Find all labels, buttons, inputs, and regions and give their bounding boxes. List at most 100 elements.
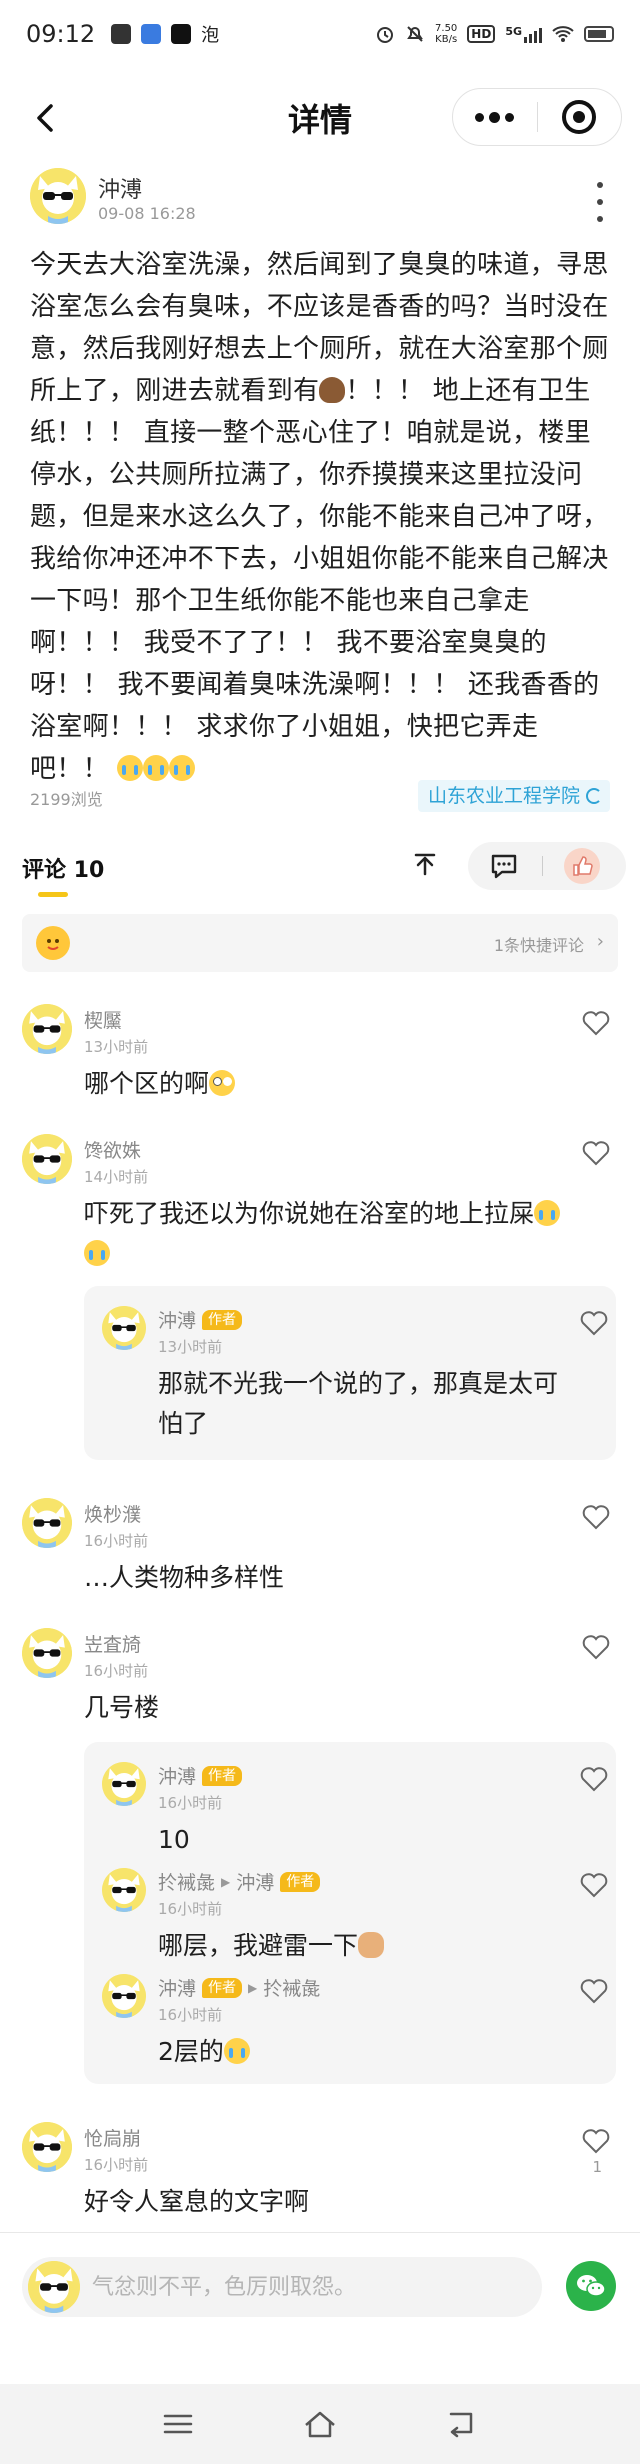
reply-text: 哪层，我避雷一下 xyxy=(158,1926,578,1966)
post-header: 沖溥 09-08 16:28 xyxy=(30,168,610,232)
heart-outline-icon[interactable] xyxy=(582,1140,610,1166)
share-button[interactable] xyxy=(407,848,443,884)
comment-input[interactable] xyxy=(92,2269,522,2305)
author-name[interactable]: 沖溥 xyxy=(98,172,142,204)
comment-time: 16小时前 xyxy=(84,1532,149,1550)
reply-to-name[interactable]: 沖溥 xyxy=(236,1868,274,1895)
wechat-share-button[interactable] xyxy=(566,2261,616,2311)
heart-outline-icon[interactable] xyxy=(580,1766,608,1792)
nav-bar: 详情 xyxy=(0,68,640,168)
reply-to-arrow-icon: ▶ xyxy=(221,1874,231,1889)
thumb-up-icon xyxy=(573,856,593,876)
menu-button[interactable] xyxy=(158,2404,198,2444)
post-body: 今天去大浴室洗澡，然后闻到了臭臭的味道，寻思浴室怎么会有臭味，不应该是香香的吗？… xyxy=(30,244,610,790)
commenter-avatar[interactable] xyxy=(22,1498,72,1548)
heart-outline-icon[interactable] xyxy=(580,1310,608,1336)
tiktok-notification-icon xyxy=(171,24,192,44)
like-count: 1 xyxy=(592,2158,602,2176)
commenter-avatar[interactable] xyxy=(22,2122,72,2172)
comment-item: 馋欲姝 14小时前 吓死了我还以为你说她在浴室的地上拉屎 沖溥 作者 13小时前 … xyxy=(22,1134,618,1474)
replier-name[interactable]: 沖溥 xyxy=(158,1974,196,2001)
reply-to-name[interactable]: 扵裓彘 xyxy=(263,1974,320,2001)
heart-outline-icon[interactable] xyxy=(582,2128,610,2154)
replier-name[interactable]: 沖溥 xyxy=(158,1762,196,1789)
comment-time: 16小时前 xyxy=(84,2156,149,2174)
reply-text: 2层的 xyxy=(158,2032,578,2072)
commenter-name[interactable]: 岦査旑 xyxy=(84,1630,141,1657)
share-icon xyxy=(414,853,436,876)
poop-emoji-icon xyxy=(319,377,346,403)
tab-comments[interactable]: 评论 10 xyxy=(22,852,104,884)
close-mini-program-button[interactable] xyxy=(538,88,622,146)
heart-outline-icon[interactable] xyxy=(580,1978,608,2004)
reply-time: 13小时前 xyxy=(158,1338,223,1356)
more-button[interactable] xyxy=(453,88,537,146)
more-dots-icon xyxy=(475,112,485,122)
reply-time: 16小时前 xyxy=(158,1794,223,1812)
comment-item: 焕杪濮 16小时前 …人类物种多样性 xyxy=(22,1498,618,1608)
commenter-name[interactable]: 怆扃崩 xyxy=(84,2124,141,2151)
comment-button[interactable] xyxy=(488,850,520,882)
reply-box: 沖溥 作者 13小时前 那就不光我一个说的了，那真是太可怕了 xyxy=(84,1286,616,1460)
chevron-right-icon: › xyxy=(596,931,604,952)
comment-text: …人类物种多样性 xyxy=(84,1563,285,1592)
comment-item: 怆扃崩 16小时前 好令人窒息的文字啊 1 xyxy=(22,2122,618,2232)
heart-outline-icon[interactable] xyxy=(582,1504,610,1530)
replier-name[interactable]: 沖溥 xyxy=(158,1306,196,1333)
crying-emoji-icon xyxy=(534,1200,561,1226)
reply-to-arrow-icon: ▶ xyxy=(248,1980,258,1995)
comment-text: 吓死了我还以为你说她在浴室的地上拉屎 xyxy=(84,1194,604,1274)
commenter-avatar[interactable] xyxy=(22,1628,72,1678)
like-button[interactable] xyxy=(564,848,600,884)
view-count: 2199浏览 xyxy=(30,790,103,809)
action-pill xyxy=(468,842,626,890)
post-more-button[interactable] xyxy=(590,182,610,222)
replier-avatar[interactable] xyxy=(102,1868,146,1912)
reply-item: 沖溥 作者 13小时前 那就不光我一个说的了，那真是太可怕了 xyxy=(102,1306,608,1446)
commenter-avatar[interactable] xyxy=(22,1134,72,1184)
comment-item: 楔黶 13小时前 哪个区的啊 xyxy=(22,1004,618,1114)
comment-text-content: 吓死了我还以为你说她在浴室的地上拉屎 xyxy=(84,1199,535,1228)
commenter-name[interactable]: 楔黶 xyxy=(84,1006,122,1033)
reply-text: 那就不光我一个说的了，那真是太可怕了 xyxy=(158,1369,559,1438)
comment-text: 好令人窒息的文字啊 xyxy=(84,2187,310,2216)
battery-icon xyxy=(584,26,614,42)
reply-text: 10 xyxy=(158,1825,190,1854)
comment-text-content: 哪个区的啊 xyxy=(84,1069,210,1098)
home-icon xyxy=(305,2411,335,2438)
pill-divider xyxy=(542,856,543,876)
commenter-avatar[interactable] xyxy=(22,1004,72,1054)
mini-program-capsule xyxy=(452,88,622,146)
commenter-name[interactable]: 焕杪濮 xyxy=(84,1500,141,1527)
heart-outline-icon[interactable] xyxy=(580,1872,608,1898)
replier-avatar[interactable] xyxy=(102,1306,146,1350)
text-notification-icon: 泡 xyxy=(201,25,220,46)
return-icon xyxy=(449,2412,473,2438)
home-button[interactable] xyxy=(300,2404,340,2444)
comment-input-bar xyxy=(0,2233,640,2383)
status-bar: 09:12 泡 7.50 KB/s HD 5G xyxy=(0,0,640,68)
reply-time: 16小时前 xyxy=(158,2006,223,2024)
replier-name[interactable]: 扵裓彘 xyxy=(158,1868,215,1895)
replier-avatar[interactable] xyxy=(102,1974,146,2018)
system-nav-bar xyxy=(0,2384,640,2464)
replier-avatar[interactable] xyxy=(102,1762,146,1806)
school-tag[interactable]: 山东农业工程学院 xyxy=(417,780,610,812)
reply-author: 扵裓彘 ▶ 沖溥 作者 xyxy=(158,1868,321,1895)
commenter-name[interactable]: 馋欲姝 xyxy=(84,1136,141,1163)
reply-time: 16小时前 xyxy=(158,1900,223,1918)
quick-comment-bar[interactable]: 1条快捷评论 › xyxy=(22,914,618,972)
author-avatar[interactable] xyxy=(30,168,86,224)
post-time: 09-08 16:28 xyxy=(98,204,196,223)
heart-outline-icon[interactable] xyxy=(582,1010,610,1036)
heart-outline-icon[interactable] xyxy=(582,1634,610,1660)
my-avatar xyxy=(28,2261,80,2313)
author-badge: 作者 xyxy=(202,1765,243,1786)
signal-icon: 5G xyxy=(505,25,542,43)
system-back-button[interactable] xyxy=(442,2404,482,2444)
back-button[interactable] xyxy=(22,96,66,140)
quick-comment-text: 1条快捷评论 xyxy=(493,936,584,955)
comment-text: 几号楼 xyxy=(84,1693,160,1722)
menu-icon xyxy=(163,2414,193,2434)
comment-input-box[interactable] xyxy=(22,2257,542,2317)
